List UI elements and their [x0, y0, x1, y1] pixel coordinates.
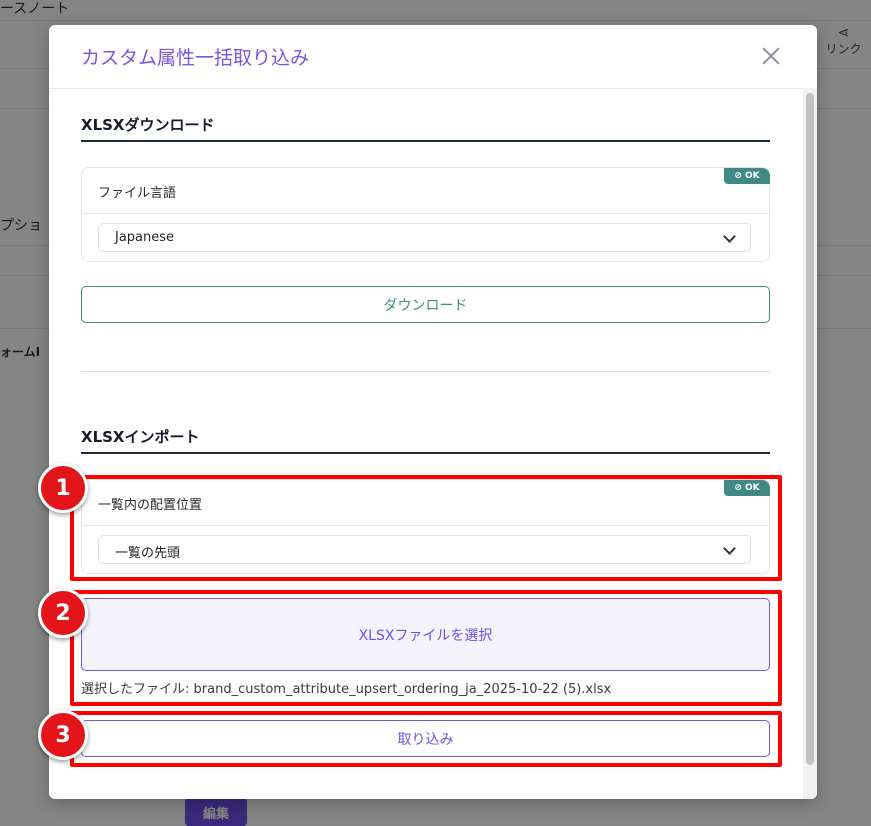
annotation-marker-1: 1 — [38, 463, 88, 513]
chevron-down-icon — [723, 230, 736, 243]
modal-header: カスタム属性一括取り込み — [49, 25, 817, 89]
annotation-box-1 — [70, 475, 782, 581]
annotation-marker-2: 2 — [38, 588, 88, 638]
file-language-label: ファイル言語 — [98, 186, 177, 201]
section-divider — [81, 371, 770, 372]
import-section-title: XLSXインポート — [81, 428, 200, 446]
modal-scrollbar-thumb[interactable] — [806, 93, 814, 765]
status-badge-label: OK — [744, 171, 760, 181]
modal-title: カスタム属性一括取り込み — [81, 47, 310, 69]
file-language-field: ⊘ OK ファイル言語 Japanese — [81, 167, 770, 262]
status-badge: ⊘ OK — [724, 168, 770, 184]
download-section-rule — [81, 140, 770, 142]
close-icon[interactable] — [760, 45, 782, 67]
import-section-rule — [81, 452, 770, 454]
file-language-value: Japanese — [115, 230, 175, 245]
file-language-select[interactable]: Japanese — [98, 223, 751, 252]
download-button[interactable]: ダウンロード — [81, 286, 770, 323]
annotation-box-2 — [70, 590, 782, 706]
check-circle-icon: ⊘ — [734, 171, 742, 181]
field-separator — [82, 213, 769, 214]
annotation-box-3 — [70, 711, 782, 767]
download-section-title: XLSXダウンロード — [81, 116, 215, 134]
annotation-marker-3: 3 — [38, 710, 88, 760]
